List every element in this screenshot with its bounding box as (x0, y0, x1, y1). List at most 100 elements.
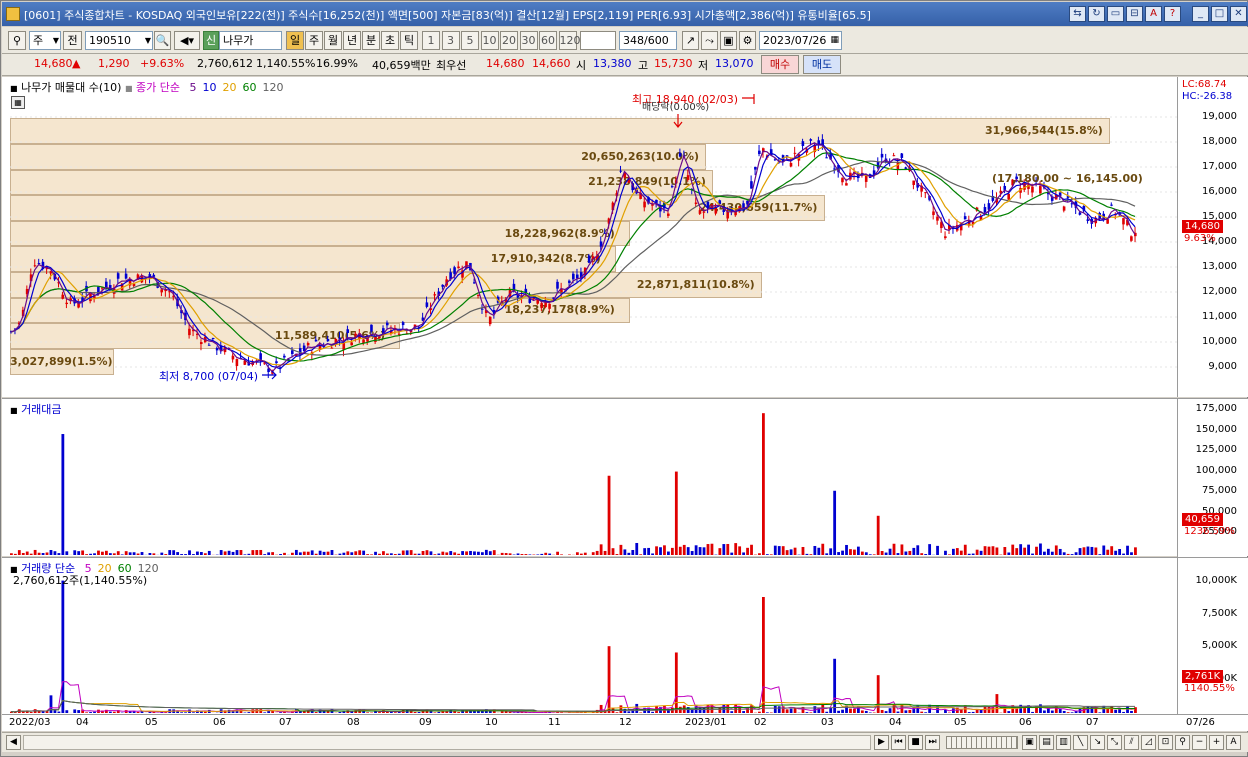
close-button[interactable]: ✕ (1230, 6, 1247, 22)
period-button-6[interactable]: 틱 (400, 31, 418, 50)
volume-bar (500, 711, 504, 713)
interval-button-0[interactable]: 1 (422, 31, 440, 50)
interval-button-4[interactable]: 20 (500, 31, 518, 50)
save-icon[interactable]: ▣ (720, 31, 737, 50)
date-field[interactable]: 2023/07/26 ▦ (759, 31, 842, 50)
candle-body (694, 202, 698, 204)
minimize-button[interactable]: _ (1192, 6, 1209, 22)
draw-shape-icon[interactable]: ◿ (1141, 735, 1156, 750)
period-button-5[interactable]: 초 (381, 31, 399, 50)
candle-body (904, 167, 908, 169)
interval-button-2[interactable]: 5 (461, 31, 479, 50)
period-button-2[interactable]: 월 (324, 31, 342, 50)
settings-icon[interactable]: ⚙ (739, 31, 756, 50)
volume-panel[interactable]: ■ 거래량 단순 5 20 60 120 2,760,612주(1,140.55%) … (2, 557, 1248, 715)
font-icon[interactable]: A (1145, 6, 1162, 22)
volume-bar (995, 694, 999, 713)
text-icon[interactable]: A (1226, 735, 1241, 750)
volume-bar (734, 704, 738, 713)
interval-button-6[interactable]: 60 (539, 31, 557, 50)
chart-type-icon[interactable]: ↗ (682, 31, 699, 50)
amount-bar (595, 550, 599, 555)
volume-bar (386, 711, 389, 713)
zoom-out-icon[interactable]: − (1192, 735, 1207, 750)
scroll-bar[interactable]: ◀ ▶ ⏮ ■ ⏭ ▣ ▤ ▥ ╲ ↘ ⤡ ⫽ ◿ ⊡ ⚲ − + A (2, 732, 1248, 752)
amount-bar (192, 554, 195, 555)
grid-icon[interactable]: ▦ (11, 96, 25, 109)
amount-bar (856, 546, 860, 555)
zoom-in-icon[interactable]: + (1209, 735, 1224, 750)
volume-bar (314, 712, 318, 713)
volume-bar (57, 711, 61, 713)
screen-icon[interactable]: ▭ (1107, 6, 1124, 22)
interval-button-5[interactable]: 30 (519, 31, 538, 50)
fast-forward-icon[interactable]: ⏭ (925, 735, 940, 750)
priceTicks-tick-0: 19,000 (1202, 111, 1237, 122)
search-code-icon[interactable]: ⚲ (8, 31, 26, 50)
amount-bar (1058, 548, 1062, 555)
open-price: 13,380 (593, 57, 632, 70)
period-button-3[interactable]: 년 (343, 31, 361, 50)
magnifier-icon[interactable]: 🔍 (154, 31, 171, 50)
low-annotation: 최저 8,700 (07/04) (159, 370, 259, 383)
sell-button[interactable]: 매도 (803, 55, 841, 74)
layout2-icon[interactable]: ▤ (1039, 735, 1054, 750)
refresh-icon[interactable]: ↻ (1088, 6, 1105, 22)
draw-ray-icon[interactable]: ↘ (1090, 735, 1105, 750)
help-icon[interactable]: ? (1164, 6, 1181, 22)
period-button-4[interactable]: 분 (362, 31, 380, 50)
interval-input[interactable] (580, 31, 616, 50)
amount-chart[interactable] (2, 399, 1178, 557)
ma-period-120: 120 (262, 81, 284, 94)
period-button-0[interactable]: 일 (286, 31, 304, 50)
zoom-slider[interactable] (946, 736, 1018, 749)
amount-bar (1110, 546, 1114, 555)
amount-bar (417, 553, 421, 555)
volume-chart[interactable] (2, 558, 1178, 715)
layout3-icon[interactable]: ▥ (1056, 735, 1071, 750)
stock-code-input[interactable]: 190510 ▼ (85, 31, 153, 50)
candle-body (116, 273, 120, 279)
scroll-track[interactable] (23, 735, 871, 750)
amount-bar (750, 544, 753, 555)
draw-channel-icon[interactable]: ⫽ (1124, 735, 1139, 750)
volume-bar (667, 710, 670, 713)
amount-panel[interactable]: ■ 거래대금 175,000 150,000 125,000 100,000 75,00… (2, 398, 1248, 557)
volume-bar (967, 712, 971, 713)
link-icon[interactable]: ⇆ (1069, 6, 1086, 22)
volume-bar (73, 709, 77, 713)
period-button-1[interactable]: 주 (305, 31, 323, 50)
price-chart[interactable] (2, 77, 1178, 397)
interval-button-1[interactable]: 3 (441, 31, 460, 50)
draw-trend-icon[interactable]: ⤡ (1107, 735, 1122, 750)
high-label: 고 (638, 59, 649, 72)
step-back-icon[interactable]: ⏮ (891, 735, 906, 750)
draw-line-icon[interactable]: ╲ (1073, 735, 1088, 750)
amount-bar (101, 551, 104, 555)
draw-fib-icon[interactable]: ⊡ (1158, 735, 1173, 750)
amount-bar (21, 552, 25, 555)
buy-button[interactable]: 매수 (761, 55, 799, 74)
prev-button[interactable]: 전 (63, 31, 82, 50)
data-count-field[interactable]: 348/600 (619, 31, 677, 50)
pin-icon[interactable]: ⊟ (1126, 6, 1143, 22)
interval-button-3[interactable]: 10 (480, 31, 499, 50)
zoom-icon[interactable]: ⚲ (1175, 735, 1190, 750)
stock-name-field[interactable]: 나무가 (219, 31, 282, 50)
candle-body (892, 155, 896, 157)
period-select[interactable]: 주 ▼ (29, 31, 61, 50)
amount-bar (742, 552, 746, 555)
candle-body (722, 210, 726, 212)
compare-icon[interactable]: ⤳ (701, 31, 718, 50)
layout-icon[interactable]: ▣ (1022, 735, 1037, 750)
speaker-icon[interactable]: ◀▾ (174, 31, 200, 50)
price-panel[interactable]: 31,966,544(15.8%) 20,650,263(10.0%) 21,238… (2, 77, 1248, 397)
interval-button-7[interactable]: 120 (558, 31, 581, 50)
maximize-button[interactable]: □ (1211, 6, 1228, 22)
stop-icon[interactable]: ■ (908, 735, 923, 750)
amount-bar (203, 553, 207, 555)
x-axis-label-10: 2023/01 (685, 717, 727, 728)
scroll-left-icon[interactable]: ◀ (6, 735, 21, 750)
play-icon[interactable]: ▶ (874, 735, 889, 750)
amount-bar (508, 553, 512, 555)
